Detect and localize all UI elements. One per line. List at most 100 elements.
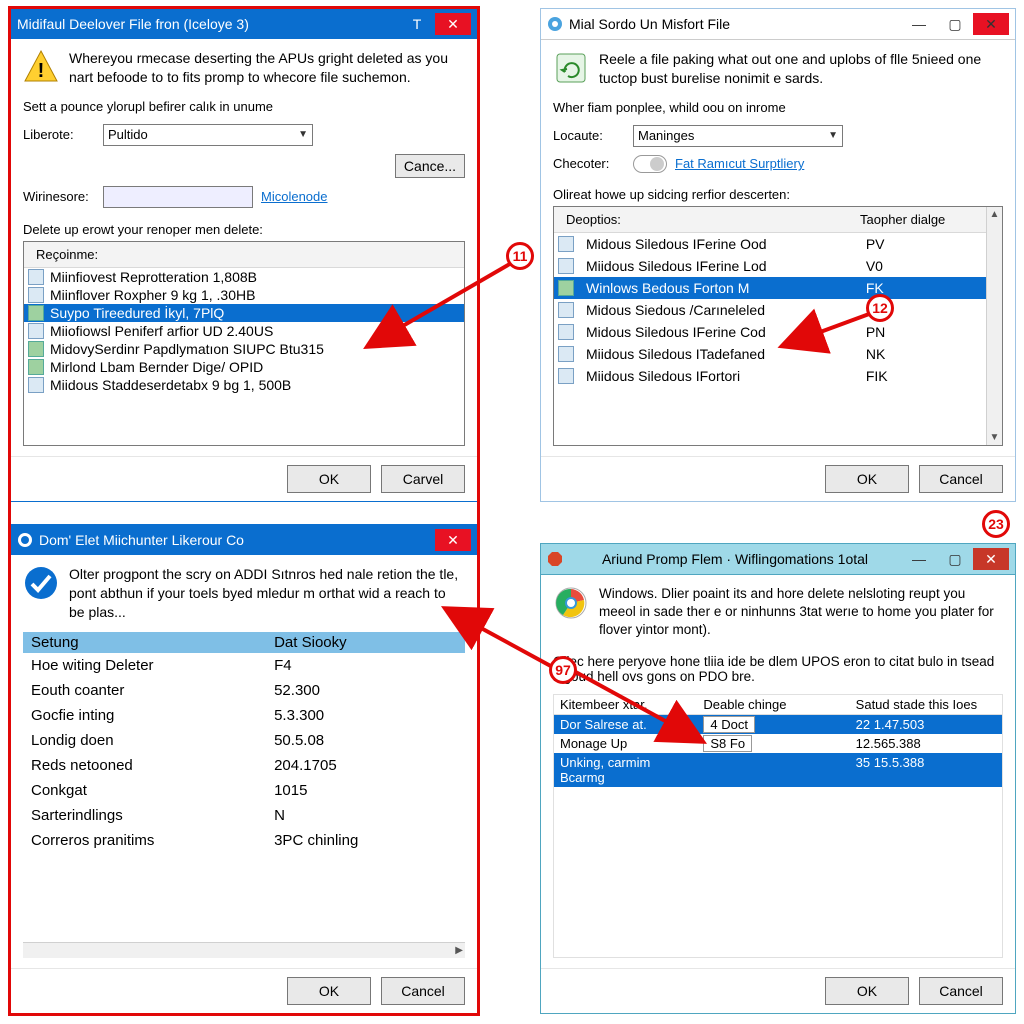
list-item[interactable]: Miiofiowsl Peniferf arfior UD 2.40US bbox=[24, 322, 464, 340]
titlebar[interactable]: Dom' Elet Miichunter Likerour Co ✕ bbox=[11, 525, 477, 555]
list-item[interactable]: Miidous Staddeserdetabx 9 bg 1, 500B bbox=[24, 376, 464, 394]
window-icon bbox=[558, 258, 574, 274]
window-icon bbox=[558, 236, 574, 252]
info-message: Olter progpont the scry on ADDI Sıtnros … bbox=[69, 565, 465, 622]
liberate-select[interactable]: Pultido ▼ bbox=[103, 124, 313, 146]
scroll-right-icon[interactable]: ▶ bbox=[453, 943, 465, 958]
ok-button[interactable]: OK bbox=[825, 977, 909, 1005]
list-item[interactable]: MidovySerdinr Papdlymatıon SIUPC Btu315 bbox=[24, 340, 464, 358]
list-item[interactable]: Mirlond Lbam Bernder Dige/ OPID bbox=[24, 358, 464, 376]
title: Ariund Promp Flem · Wiflingomations 1ota… bbox=[569, 551, 901, 567]
file-icon bbox=[28, 269, 44, 285]
table-row: Correros pranitims3PC chinling bbox=[23, 828, 465, 853]
list-item[interactable]: Miidous Siledous IFortoriFIK bbox=[554, 365, 986, 387]
location-value: Maninges bbox=[638, 128, 694, 143]
titlebar[interactable]: Ariund Promp Flem · Wiflingomations 1ota… bbox=[541, 544, 1015, 575]
file-icon bbox=[28, 305, 44, 321]
table-row[interactable]: Monage Up S8 Fo 12.565.388 bbox=[554, 734, 1002, 753]
titlebar[interactable]: Midifaul Deelover File fron (Iceloye 3) … bbox=[11, 9, 477, 39]
close-button[interactable]: ✕ bbox=[973, 13, 1009, 35]
col-change[interactable]: Deable chinge bbox=[697, 695, 849, 714]
dialog-prompt-info: Ariund Promp Flem · Wiflingomations 1ota… bbox=[540, 543, 1016, 1014]
dialog-file-recovery-1: Midifaul Deelover File fron (Iceloye 3) … bbox=[10, 8, 478, 502]
table-row: Hoe witing DeleterF4 bbox=[23, 653, 465, 678]
cancel-button[interactable]: Cancel bbox=[919, 465, 1003, 493]
location-select[interactable]: Maninges ▼ bbox=[633, 125, 843, 147]
scroll-down-icon[interactable]: ▼ bbox=[988, 430, 1002, 445]
col-status[interactable]: Satud stade this Ioes bbox=[850, 695, 1002, 714]
list-item[interactable]: Suypo Tireedured İkyl, 7PlQ bbox=[24, 304, 464, 322]
svg-text:!: ! bbox=[38, 60, 45, 82]
app-icon bbox=[17, 532, 33, 548]
warning-icon: ! bbox=[23, 49, 59, 85]
titlebar[interactable]: Mial Sordo Un Misfort File — ▢ ✕ bbox=[541, 9, 1015, 40]
inline-edit[interactable]: S8 Fo bbox=[703, 735, 752, 752]
success-icon bbox=[23, 565, 59, 601]
file-icon bbox=[28, 377, 44, 393]
list-item[interactable]: Midous Siledous IFerine CodPN bbox=[554, 321, 986, 343]
restore-icon bbox=[553, 50, 589, 86]
table-row: Reds netooned204.1705 bbox=[23, 753, 465, 778]
ok-button[interactable]: OK bbox=[825, 465, 909, 493]
close-button[interactable]: ✕ bbox=[973, 548, 1009, 570]
chrome-icon bbox=[553, 585, 589, 621]
ok-button[interactable]: OK bbox=[287, 465, 371, 493]
file-icon bbox=[28, 287, 44, 303]
col-type: Taopher dialge bbox=[854, 210, 980, 229]
col-deoptions: Deoptios: bbox=[560, 210, 854, 229]
table-row: SarterindlingsN bbox=[23, 803, 465, 828]
chevron-down-icon: ▼ bbox=[298, 129, 308, 140]
ok-button[interactable]: OK bbox=[287, 977, 371, 1005]
table-row[interactable]: Unking, carmim Bcarmg 35 15.5.388 bbox=[554, 753, 1002, 787]
minimize-button[interactable]: — bbox=[901, 13, 937, 35]
minimize-button[interactable]: — bbox=[901, 548, 937, 570]
file-icon bbox=[28, 323, 44, 339]
inline-edit[interactable]: 4 Doct bbox=[703, 716, 755, 733]
summary-link[interactable]: Fat Ramıcut Surptliery bbox=[675, 156, 804, 171]
scroll-up-icon[interactable]: ▲ bbox=[988, 207, 1002, 222]
cance-button[interactable]: Cance... bbox=[395, 154, 465, 178]
scrollbar-horizontal[interactable]: ▶ bbox=[23, 942, 465, 958]
title: Mial Sordo Un Misfort File bbox=[569, 16, 901, 32]
witnesore-link[interactable]: Micolenode bbox=[261, 189, 328, 204]
window-icon bbox=[558, 324, 574, 340]
close-button[interactable]: ✕ bbox=[435, 529, 471, 551]
list-item[interactable]: Midous Siledous IFerine OodPV bbox=[554, 233, 986, 255]
title: Midifaul Deelover File fron (Iceloye 3) bbox=[17, 16, 399, 32]
checoter-label: Checoter: bbox=[553, 156, 625, 171]
col-value: Dat Siooky bbox=[266, 632, 465, 653]
table-row: Londig doen50.5.08 bbox=[23, 728, 465, 753]
list-item[interactable]: Winlows Bedous Forton MFK bbox=[554, 277, 986, 299]
list-item[interactable]: Miidous Siledous ITadefanedNK bbox=[554, 343, 986, 365]
witnesore-input[interactable] bbox=[103, 186, 253, 208]
liberate-value: Pultido bbox=[108, 127, 148, 142]
table-row[interactable]: Dor Salrese at. 4 Doct 22 1.47.503 bbox=[554, 715, 1002, 734]
list-item[interactable]: Midous Siedous /CarıneleledFK bbox=[554, 299, 986, 321]
list-item[interactable]: Miinfiovest Reprotteration 1,808B bbox=[24, 268, 464, 286]
cancel-button[interactable]: Carvel bbox=[381, 465, 465, 493]
cancel-button[interactable]: Cancel bbox=[381, 977, 465, 1005]
window-icon bbox=[558, 368, 574, 384]
maximize-button[interactable]: ▢ bbox=[937, 548, 973, 570]
recovery-list[interactable]: Reçoinme: Miinfiovest Reprotteration 1,8… bbox=[23, 241, 465, 446]
change-grid: Kitembeer xtar. Deable chinge Satud stad… bbox=[553, 694, 1003, 958]
maximize-button[interactable]: ▢ bbox=[937, 13, 973, 35]
scrollbar-vertical[interactable]: ▲ ▼ bbox=[986, 207, 1002, 445]
cancel-button[interactable]: Cancel bbox=[919, 977, 1003, 1005]
chevron-down-icon: ▼ bbox=[828, 130, 838, 141]
settings-table: Setung Dat Siooky Hoe witing DeleterF4 E… bbox=[23, 632, 465, 853]
col-item[interactable]: Kitembeer xtar. bbox=[554, 695, 697, 714]
liberate-label: Liberote: bbox=[23, 127, 95, 142]
table-row: Conkgat1015 bbox=[23, 778, 465, 803]
location-label: Locaute: bbox=[553, 128, 625, 143]
subhead-text: Sett a pounce ylorupl befirer calık in u… bbox=[23, 99, 465, 114]
close-button[interactable]: ✕ bbox=[435, 13, 471, 35]
table-row: Eouth coanter52.300 bbox=[23, 678, 465, 703]
stop-icon bbox=[547, 551, 563, 567]
window-icon bbox=[558, 346, 574, 362]
list-item[interactable]: Miidous Siledous IFerine LodV0 bbox=[554, 255, 986, 277]
checoter-toggle[interactable] bbox=[633, 155, 667, 173]
help-button[interactable]: T bbox=[399, 13, 435, 35]
list-item[interactable]: Miinflover Roxpher 9 kg 1, .30HB bbox=[24, 286, 464, 304]
col-setting: Setung bbox=[23, 632, 266, 653]
